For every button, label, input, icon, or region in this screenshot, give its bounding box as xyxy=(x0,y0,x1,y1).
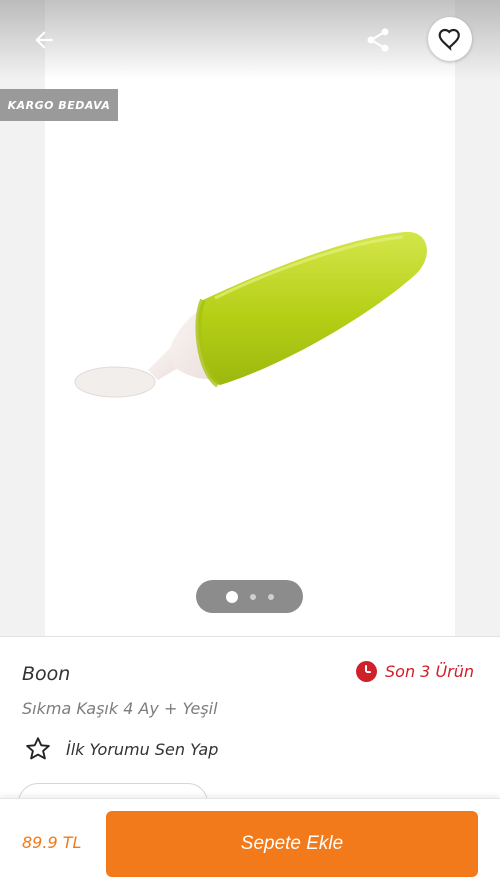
review-prompt: İlk Yorumu Sen Yap xyxy=(66,739,219,759)
pagination-dot-3[interactable] xyxy=(267,593,274,600)
gallery-pagination[interactable] xyxy=(196,580,303,613)
product-image[interactable] xyxy=(70,220,440,410)
bottom-bar: 89.9 TL Sepete Ekle xyxy=(0,798,500,888)
heart-icon xyxy=(438,28,460,51)
add-to-cart-button[interactable]: Sepete Ekle xyxy=(106,811,478,877)
back-button[interactable] xyxy=(22,20,66,60)
share-icon xyxy=(367,28,389,52)
clock-icon xyxy=(356,661,377,682)
top-shade xyxy=(0,0,500,80)
share-button[interactable] xyxy=(356,20,400,60)
favorite-button[interactable] xyxy=(428,17,472,61)
stock-indicator: Son 3 Ürün xyxy=(356,661,474,682)
product-gallery[interactable]: KARGO BEDAVA xyxy=(0,0,500,636)
stock-text: Son 3 Ürün xyxy=(385,662,475,681)
product-info: Boon Son 3 Ürün Sıkma Kaşık 4 Ay + Yeşil… xyxy=(0,636,500,823)
arrow-left-icon xyxy=(35,31,53,49)
product-name: Sıkma Kaşık 4 Ay + Yeşil xyxy=(22,699,218,718)
pagination-dot-2[interactable] xyxy=(249,593,256,600)
brand-name[interactable]: Boon xyxy=(22,663,70,685)
star-icon xyxy=(26,737,50,760)
price: 89.9 TL xyxy=(22,833,82,852)
free-shipping-badge: KARGO BEDAVA xyxy=(0,89,118,121)
write-review-link[interactable]: İlk Yorumu Sen Yap xyxy=(24,735,218,763)
pagination-dot-1[interactable] xyxy=(225,590,238,603)
